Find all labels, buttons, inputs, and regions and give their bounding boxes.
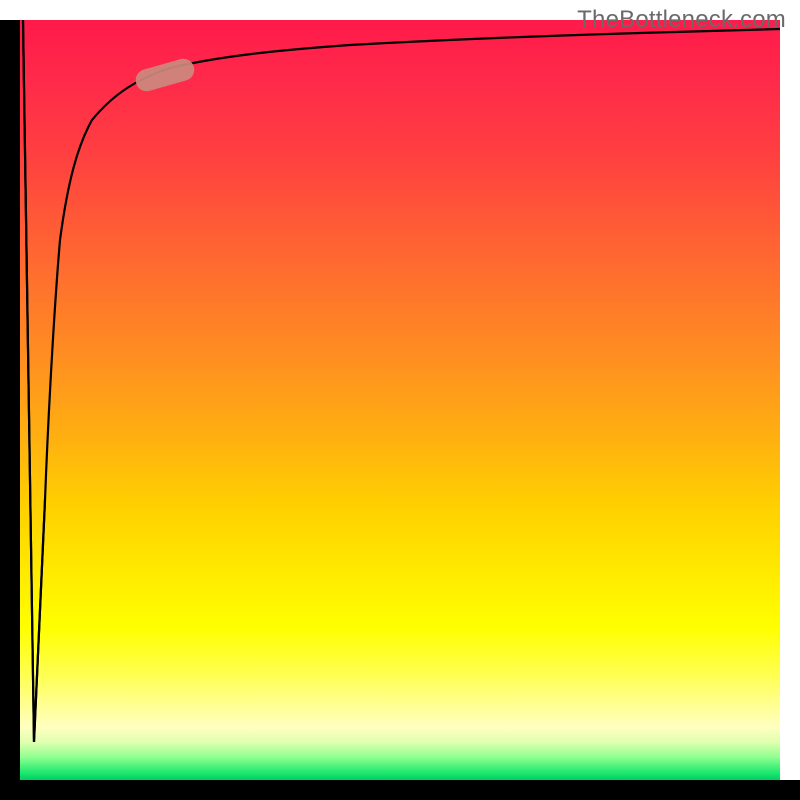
- watermark-text: TheBottleneck.com: [577, 6, 786, 34]
- y-axis: [0, 20, 20, 780]
- x-axis: [0, 780, 800, 800]
- bottleneck-chart: TheBottleneck.com: [0, 0, 800, 800]
- plot-gradient-background: [20, 20, 780, 780]
